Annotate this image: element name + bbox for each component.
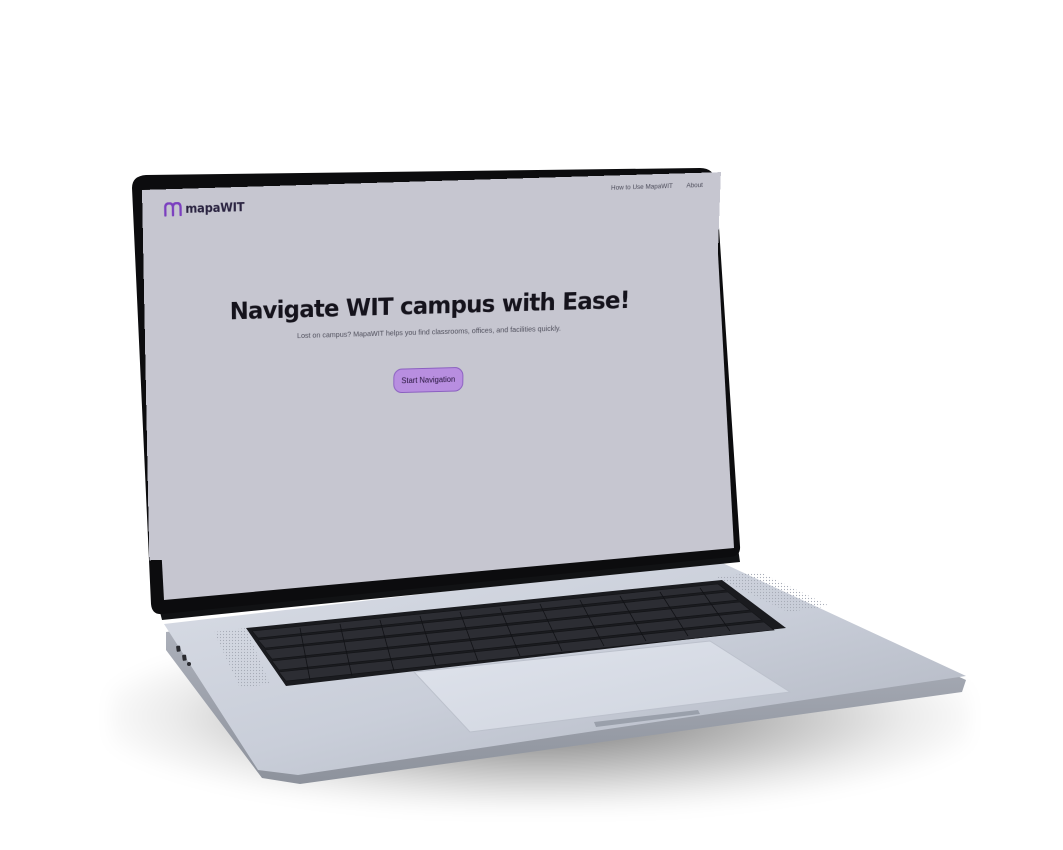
- screen-content: mapaWIT How to Use MapaWIT About Navigat…: [142, 172, 721, 561]
- nav-link-about[interactable]: About: [686, 182, 703, 190]
- m-logo-icon: [163, 202, 183, 217]
- nav-link-how-to-use[interactable]: How to Use MapaWIT: [611, 183, 673, 192]
- mockup-stage: mapaWIT How to Use MapaWIT About Navigat…: [0, 0, 1063, 850]
- nav-links: How to Use MapaWIT About: [611, 182, 703, 192]
- brand-logo[interactable]: mapaWIT: [163, 200, 244, 217]
- brand-name: mapaWIT: [185, 200, 245, 216]
- start-navigation-button[interactable]: Start Navigation: [392, 366, 464, 394]
- hero-section: Navigate WIT campus with Ease! Lost on c…: [144, 283, 717, 400]
